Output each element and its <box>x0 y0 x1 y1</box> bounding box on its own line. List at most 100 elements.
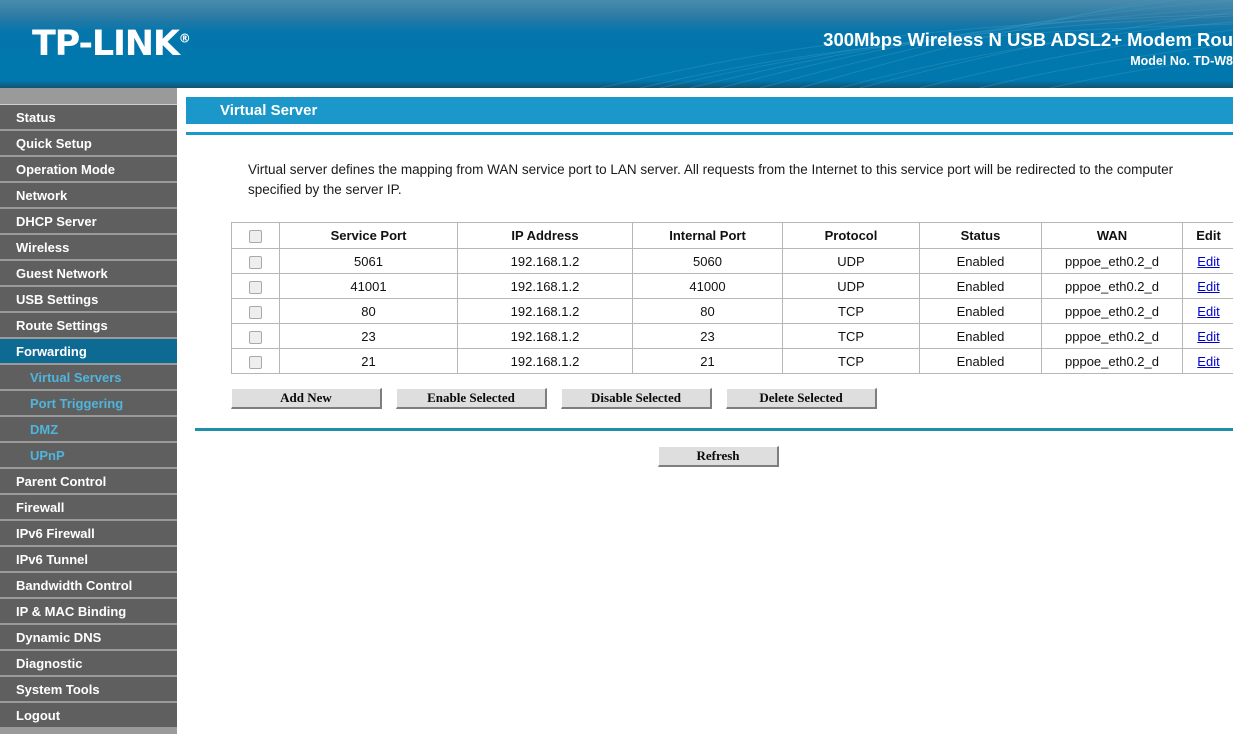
sidebar-item-forwarding[interactable]: Forwarding <box>0 339 177 365</box>
row-checkbox[interactable] <box>249 280 262 294</box>
sidebar-item-dynamic-dns[interactable]: Dynamic DNS <box>0 625 177 651</box>
model-number: Model No. TD-W8 <box>1130 54 1233 69</box>
sidebar-item-usb-settings[interactable]: USB Settings <box>0 287 177 313</box>
add-new-button[interactable]: Add New <box>231 388 382 410</box>
cell-edit: Edit <box>1182 323 1233 350</box>
router-admin-page: TP-LINK® 300Mbps Wireless N USB ADSL2+ M… <box>0 0 1233 734</box>
cell-service-port: 80 <box>279 298 458 325</box>
table-head: Service Port IP Address Internal Port Pr… <box>231 222 1233 250</box>
sidebar-item-ipv6-tunnel[interactable]: IPv6 Tunnel <box>0 547 177 573</box>
cell-wan: pppoe_eth0.2_d <box>1041 273 1183 300</box>
table-body: 5061 192.168.1.2 5060 UDP Enabled pppoe_eth0.… <box>231 248 1233 375</box>
disable-selected-button[interactable]: Disable Selected <box>561 388 712 410</box>
cell-protocol: UDP <box>782 273 920 300</box>
cell-protocol: TCP <box>782 323 920 350</box>
cell-edit: Edit <box>1182 348 1233 375</box>
title-divider <box>186 132 1233 135</box>
cell-internal-port: 23 <box>632 323 783 350</box>
page-title-bar: Virtual Server <box>186 97 1233 124</box>
edit-link[interactable]: Edit <box>1197 254 1219 269</box>
edit-link[interactable]: Edit <box>1197 354 1219 369</box>
sidebar-nav: Status Quick Setup Operation Mode Network DH… <box>0 88 177 734</box>
sidebar-item-upnp[interactable]: UPnP <box>0 443 177 469</box>
row-checkbox[interactable] <box>249 255 262 269</box>
edit-link[interactable]: Edit <box>1197 279 1219 294</box>
sidebar-item-status[interactable]: Status <box>0 105 177 131</box>
cell-service-port: 21 <box>279 348 458 375</box>
delete-selected-button[interactable]: Delete Selected <box>726 388 877 410</box>
table-row: 5061 192.168.1.2 5060 UDP Enabled pppoe_eth0.… <box>231 248 1233 275</box>
cell-service-port: 41001 <box>279 273 458 300</box>
sidebar-item-ip-mac-binding[interactable]: IP & MAC Binding <box>0 599 177 625</box>
page-description: Virtual server defines the mapping from … <box>248 162 1174 197</box>
enable-selected-button[interactable]: Enable Selected <box>396 388 547 410</box>
page-header: TP-LINK® 300Mbps Wireless N USB ADSL2+ M… <box>0 0 1233 88</box>
cell-ip-address: 192.168.1.2 <box>457 273 633 300</box>
edit-link[interactable]: Edit <box>1197 329 1219 344</box>
cell-wan: pppoe_eth0.2_d <box>1041 248 1183 275</box>
cell-internal-port: 80 <box>632 298 783 325</box>
cell-internal-port: 41000 <box>632 273 783 300</box>
cell-protocol: UDP <box>782 248 920 275</box>
page-title: Virtual Server <box>220 102 318 119</box>
table-row: 21 192.168.1.2 21 TCP Enabled pppoe_eth0.2_d E… <box>231 348 1233 375</box>
table-row: 23 192.168.1.2 23 TCP Enabled pppoe_eth0.2_d E… <box>231 323 1233 350</box>
sidebar-item-quick-setup[interactable]: Quick Setup <box>0 131 177 157</box>
section-divider <box>195 428 1233 432</box>
row-select-cell <box>231 323 280 350</box>
sidebar-item-bandwidth-control[interactable]: Bandwidth Control <box>0 573 177 599</box>
sidebar-bottom-strip <box>0 729 177 734</box>
body-wrapper: Status Quick Setup Operation Mode Network DH… <box>0 88 1233 734</box>
sidebar-item-operation-mode[interactable]: Operation Mode <box>0 157 177 183</box>
tplink-logo: TP-LINK® <box>32 24 191 64</box>
sidebar-item-system-tools[interactable]: System Tools <box>0 677 177 703</box>
cell-ip-address: 192.168.1.2 <box>457 323 633 350</box>
sidebar-item-dmz[interactable]: DMZ <box>0 417 177 443</box>
sidebar-item-firewall[interactable]: Firewall <box>0 495 177 521</box>
table-action-buttons: Add New Enable Selected Disable Selected… <box>231 388 1222 410</box>
row-checkbox[interactable] <box>249 330 262 344</box>
row-select-cell <box>231 348 280 375</box>
table-row: 41001 192.168.1.2 41000 UDP Enabled pppoe_eth… <box>231 273 1233 300</box>
cell-edit: Edit <box>1182 273 1233 300</box>
cell-ip-address: 192.168.1.2 <box>457 298 633 325</box>
row-checkbox[interactable] <box>249 305 262 319</box>
cell-status: Enabled <box>919 273 1042 300</box>
virtual-server-table: Service Port IP Address Internal Port Pr… <box>231 222 1233 375</box>
cell-wan: pppoe_eth0.2_d <box>1041 348 1183 375</box>
column-header-internal-port: Internal Port <box>632 222 783 250</box>
row-select-cell <box>231 273 280 300</box>
sidebar-item-network[interactable]: Network <box>0 183 177 209</box>
sidebar-item-port-triggering[interactable]: Port Triggering <box>0 391 177 417</box>
cell-edit: Edit <box>1182 298 1233 325</box>
row-checkbox[interactable] <box>249 355 262 369</box>
table-row: 80 192.168.1.2 80 TCP Enabled pppoe_eth0.2_d E… <box>231 298 1233 325</box>
table-header-row: Service Port IP Address Internal Port Pr… <box>231 222 1233 250</box>
cell-status: Enabled <box>919 348 1042 375</box>
row-select-cell <box>231 298 280 325</box>
cell-internal-port: 5060 <box>632 248 783 275</box>
product-title: 300Mbps Wireless N USB ADSL2+ Modem Rou <box>823 29 1233 50</box>
sidebar-item-logout[interactable]: Logout <box>0 703 177 729</box>
refresh-button[interactable]: Refresh <box>658 446 779 468</box>
registered-mark: ® <box>178 31 191 46</box>
cell-ip-address: 192.168.1.2 <box>457 248 633 275</box>
sidebar-item-dhcp-server[interactable]: DHCP Server <box>0 209 177 235</box>
sidebar-item-ipv6-firewall[interactable]: IPv6 Firewall <box>0 521 177 547</box>
select-all-header <box>231 222 280 250</box>
sidebar-item-route-settings[interactable]: Route Settings <box>0 313 177 339</box>
column-header-ip-address: IP Address <box>457 222 633 250</box>
column-header-status: Status <box>919 222 1042 250</box>
cell-protocol: TCP <box>782 348 920 375</box>
sidebar-item-virtual-servers[interactable]: Virtual Servers <box>0 365 177 391</box>
sidebar-item-diagnostic[interactable]: Diagnostic <box>0 651 177 677</box>
sidebar-item-wireless[interactable]: Wireless <box>0 235 177 261</box>
sidebar-item-guest-network[interactable]: Guest Network <box>0 261 177 287</box>
sidebar-item-parent-control[interactable]: Parent Control <box>0 469 177 495</box>
cell-service-port: 23 <box>279 323 458 350</box>
cell-ip-address: 192.168.1.2 <box>457 348 633 375</box>
cell-protocol: TCP <box>782 298 920 325</box>
select-all-checkbox[interactable] <box>249 230 262 244</box>
refresh-button-row: Refresh <box>195 446 1233 468</box>
edit-link[interactable]: Edit <box>1197 304 1219 319</box>
